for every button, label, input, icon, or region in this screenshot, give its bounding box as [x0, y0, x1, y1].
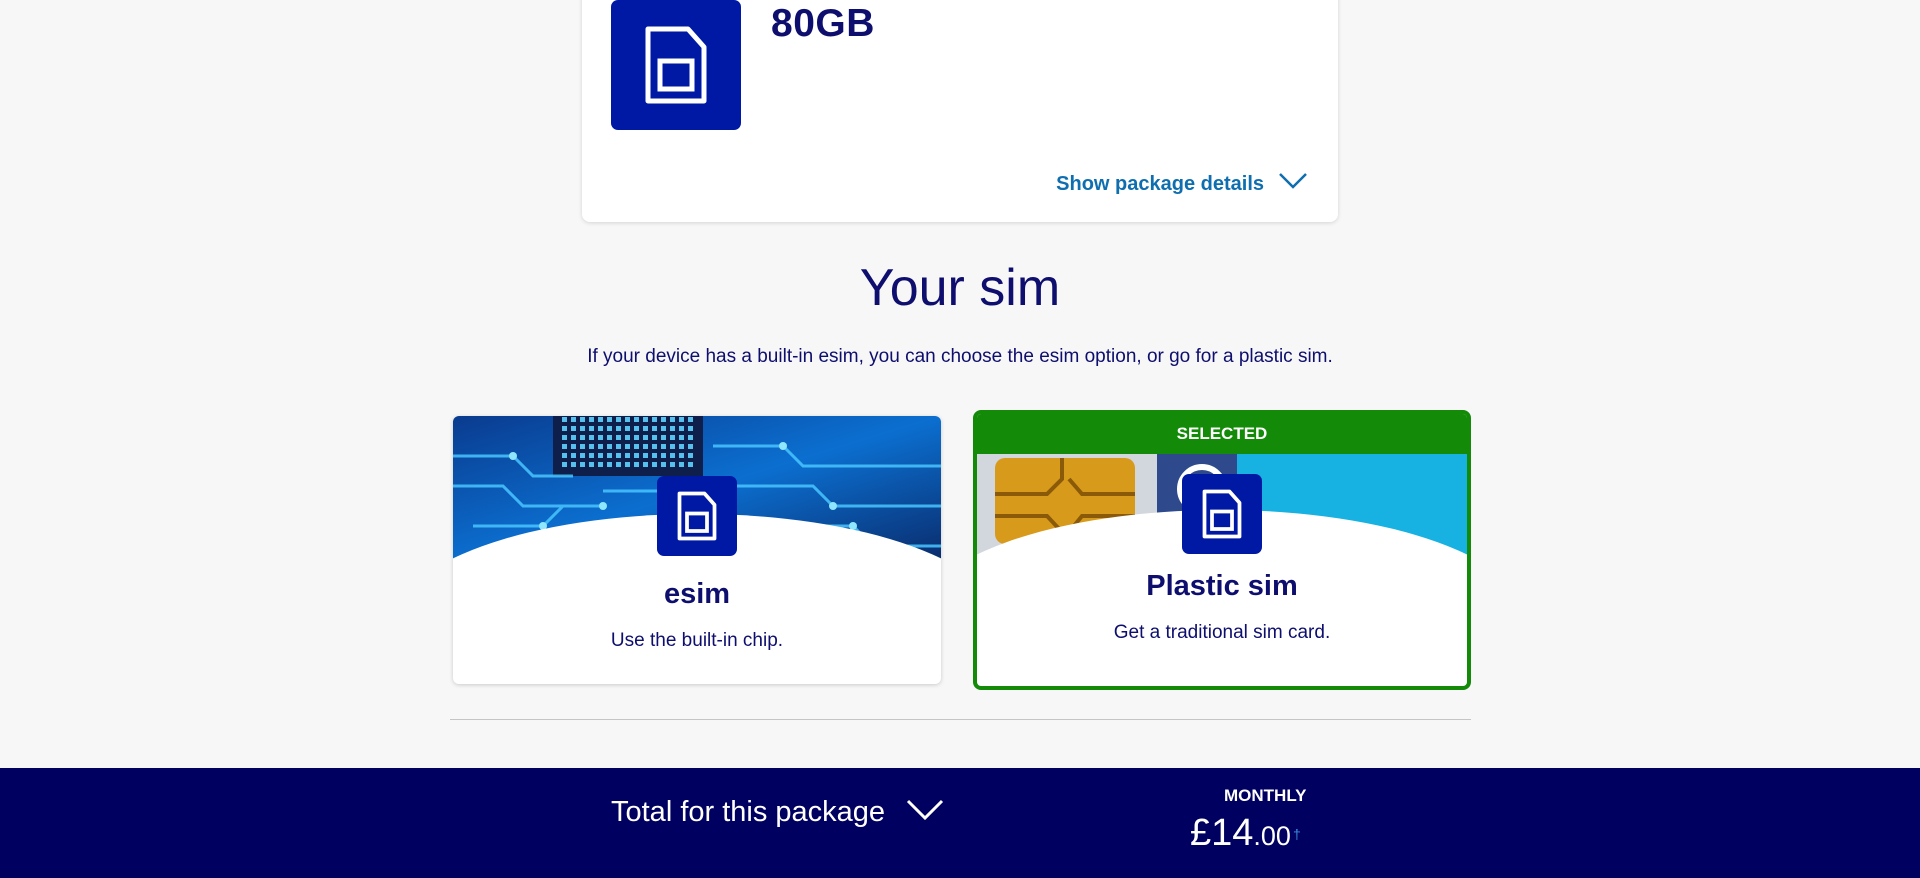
price-main: £14 — [1190, 812, 1254, 854]
total-label: Total for this package — [611, 796, 886, 828]
show-package-details-label: Show package details — [1056, 172, 1264, 195]
esim-option-card[interactable]: esim Use the built-in chip. — [453, 416, 941, 684]
esim-option-subtitle: Use the built-in chip. — [610, 630, 784, 651]
plastic-sim-option-subtitle: Get a traditional sim card. — [1113, 622, 1331, 643]
billing-period: MONTHLY — [1224, 786, 1307, 805]
package-card: 80GB Show package details — [582, 0, 1338, 222]
sim-section-description: If your device has a built-in esim, you … — [587, 346, 1333, 367]
sim-card-icon — [657, 476, 737, 556]
total-for-package-toggle[interactable]: Total for this package — [611, 796, 945, 829]
plastic-sim-option-title: Plastic sim — [1146, 570, 1298, 602]
price-decimal: .00 — [1253, 821, 1291, 851]
chevron-down-icon — [905, 798, 945, 827]
sim-card-icon — [611, 0, 741, 130]
show-package-details-link[interactable]: Show package details — [1056, 172, 1308, 196]
monthly-price: £14.00 † — [1190, 812, 1301, 855]
chevron-down-icon — [1278, 172, 1308, 196]
sim-section-title: Your sim — [859, 259, 1061, 317]
plastic-sim-option-card[interactable]: SELECTED Plastic sim Get a traditional s… — [973, 410, 1471, 690]
sim-card-icon — [1182, 474, 1262, 554]
price-footnote-marker: † — [1292, 825, 1301, 842]
selected-badge: SELECTED — [977, 414, 1467, 458]
package-total-bar: Total for this package MONTHLY £14.00 † — [0, 768, 1920, 878]
section-divider — [450, 719, 1471, 720]
data-allowance: 80GB — [771, 2, 875, 45]
esim-option-title: esim — [663, 578, 731, 610]
